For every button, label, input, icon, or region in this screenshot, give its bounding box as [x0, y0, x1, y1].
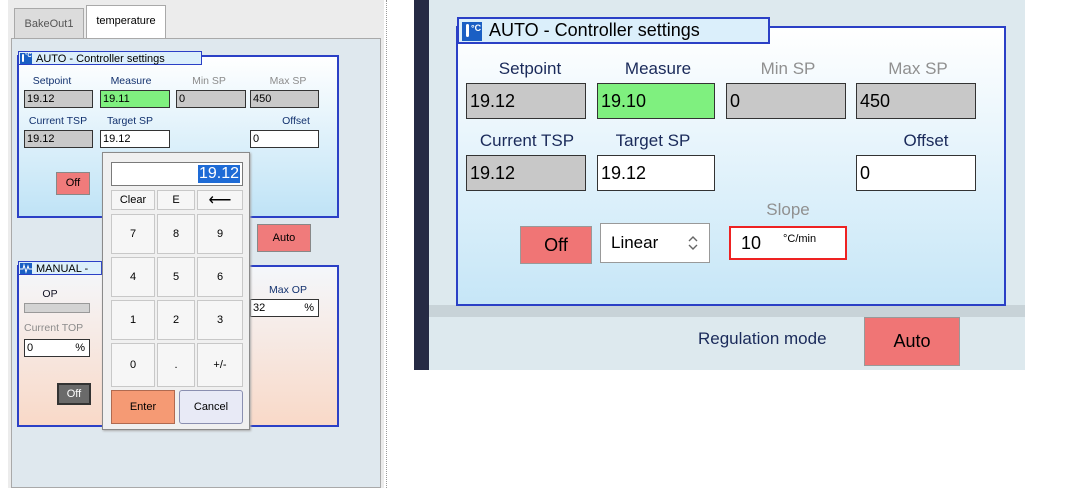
- keypad-enter-button[interactable]: Enter: [111, 390, 175, 424]
- min-sp-label: Min SP: [760, 59, 816, 78]
- min-sp-field: 0: [726, 83, 846, 119]
- keypad-7-button[interactable]: 7: [111, 214, 155, 254]
- regulation-auto-button[interactable]: Auto: [257, 224, 311, 252]
- setpoint-label: Setpoint: [498, 59, 562, 78]
- keypad-5-button[interactable]: 5: [157, 257, 195, 297]
- thermometer-icon: °C: [462, 22, 482, 41]
- keypad-dot-button[interactable]: .: [157, 343, 195, 387]
- keypad-9-button[interactable]: 9: [197, 214, 243, 254]
- max-op-unit: %: [304, 302, 314, 314]
- measure-field: 19.10: [597, 83, 715, 119]
- regulation-auto-button[interactable]: Auto: [864, 317, 960, 366]
- offset-input[interactable]: 0: [250, 130, 319, 148]
- current-tsp-field: 19.12: [466, 155, 586, 191]
- tab-bakeout1[interactable]: BakeOut1: [14, 8, 84, 38]
- thermometer-icon: °C: [20, 53, 32, 64]
- keypad-8-button[interactable]: 8: [157, 214, 195, 254]
- splitter-line[interactable]: [386, 0, 387, 488]
- ramp-mode-spinner[interactable]: Linear: [600, 223, 710, 263]
- setpoint-field: 19.12: [466, 83, 586, 119]
- right-sidebar-bar: [414, 0, 429, 370]
- current-tsp-label: Current TSP: [479, 131, 575, 150]
- keypad-4-button[interactable]: 4: [111, 257, 155, 297]
- min-sp-field: 0: [176, 90, 246, 108]
- keypad-e-button[interactable]: E: [157, 190, 195, 210]
- slope-input[interactable]: 10 °C/min: [729, 226, 847, 260]
- auto-off-button[interactable]: Off: [520, 226, 592, 264]
- max-op-label: Max OP: [269, 284, 307, 296]
- keypad-1-button[interactable]: 1: [111, 300, 155, 340]
- op-bar: [24, 303, 90, 313]
- keypad-backspace-button[interactable]: ⟵: [197, 190, 243, 210]
- auto-group-title-text: AUTO - Controller settings: [36, 53, 165, 65]
- max-sp-field: 450: [250, 90, 319, 108]
- measure-label: Measure: [624, 59, 692, 78]
- min-sp-label: Min SP: [192, 75, 226, 87]
- auto-group-title-zoomed: °C AUTO - Controller settings: [457, 17, 770, 44]
- slope-value: 10: [741, 233, 762, 253]
- keypad-cancel-button[interactable]: Cancel: [179, 390, 243, 424]
- max-sp-label: Max SP: [888, 59, 948, 78]
- current-top-field[interactable]: 0 %: [24, 339, 90, 357]
- spinner-arrows-icon[interactable]: [687, 234, 699, 252]
- op-label: OP: [42, 288, 58, 300]
- current-top-label: Current TOP: [24, 322, 84, 334]
- keypad-plusminus-button[interactable]: +/-: [197, 343, 243, 387]
- current-tsp-field: 19.12: [24, 130, 93, 148]
- max-op-field[interactable]: 32 %: [250, 299, 319, 317]
- slope-unit: °C/min: [783, 233, 817, 245]
- offset-input[interactable]: 0: [856, 155, 976, 191]
- right-separator: [429, 305, 1025, 317]
- measure-label: Measure: [110, 75, 152, 87]
- manual-off-button[interactable]: Off: [57, 383, 91, 405]
- keypad-display-value: 19.12: [197, 165, 240, 183]
- measure-field: 19.11: [100, 90, 170, 108]
- target-sp-input[interactable]: 19.12: [100, 130, 170, 148]
- setpoint-label: Setpoint: [32, 75, 72, 87]
- auto-group-title-zoomed-text: AUTO - Controller settings: [489, 20, 700, 40]
- keypad-3-button[interactable]: 3: [197, 300, 243, 340]
- max-sp-label: Max SP: [269, 75, 307, 87]
- target-sp-label: Target SP: [106, 115, 154, 127]
- manual-group-title-text: MANUAL -: [36, 263, 89, 275]
- keypad-0-button[interactable]: 0: [111, 343, 155, 387]
- keypad-2-button[interactable]: 2: [157, 300, 195, 340]
- regulation-mode-label: Regulation mode: [698, 329, 827, 348]
- manual-group-title: MANUAL -: [18, 261, 102, 275]
- keypad-6-button[interactable]: 6: [197, 257, 243, 297]
- current-top-unit: %: [75, 342, 85, 354]
- setpoint-field: 19.12: [24, 90, 93, 108]
- target-sp-input[interactable]: 19.12: [597, 155, 715, 191]
- current-top-value: 0: [27, 342, 34, 354]
- max-op-value: 32: [253, 302, 266, 314]
- keypad-clear-button[interactable]: Clear: [111, 190, 155, 210]
- current-tsp-label: Current TSP: [28, 115, 88, 127]
- offset-label: Offset: [282, 115, 310, 127]
- slope-label: Slope: [766, 200, 810, 219]
- target-sp-label: Target SP: [615, 131, 691, 150]
- manual-wave-icon: [20, 263, 32, 274]
- keypad-display[interactable]: 19.12: [111, 162, 243, 186]
- offset-label: Offset: [903, 131, 949, 150]
- auto-off-button[interactable]: Off: [56, 172, 90, 195]
- ramp-mode-value: Linear: [611, 233, 659, 252]
- auto-group-title: °C AUTO - Controller settings: [18, 51, 202, 65]
- max-sp-field: 450: [856, 83, 976, 119]
- tab-temperature[interactable]: temperature: [86, 5, 166, 38]
